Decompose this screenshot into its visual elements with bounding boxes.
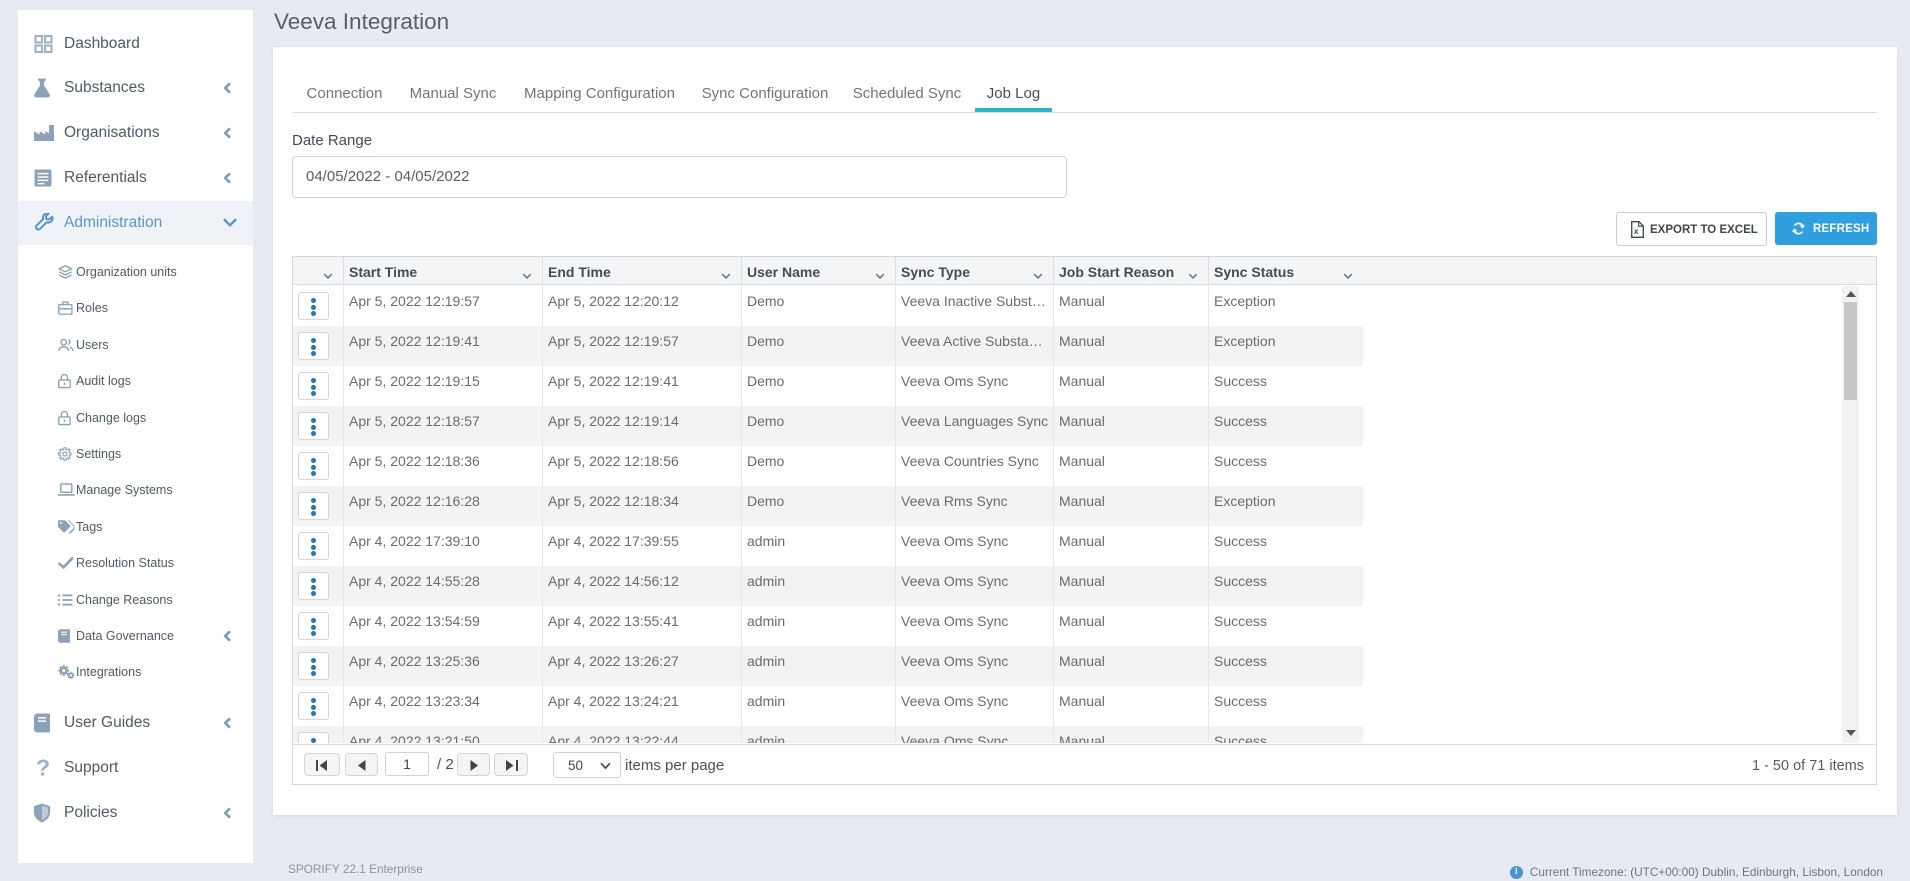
svg-text:x: x bbox=[1634, 227, 1639, 236]
